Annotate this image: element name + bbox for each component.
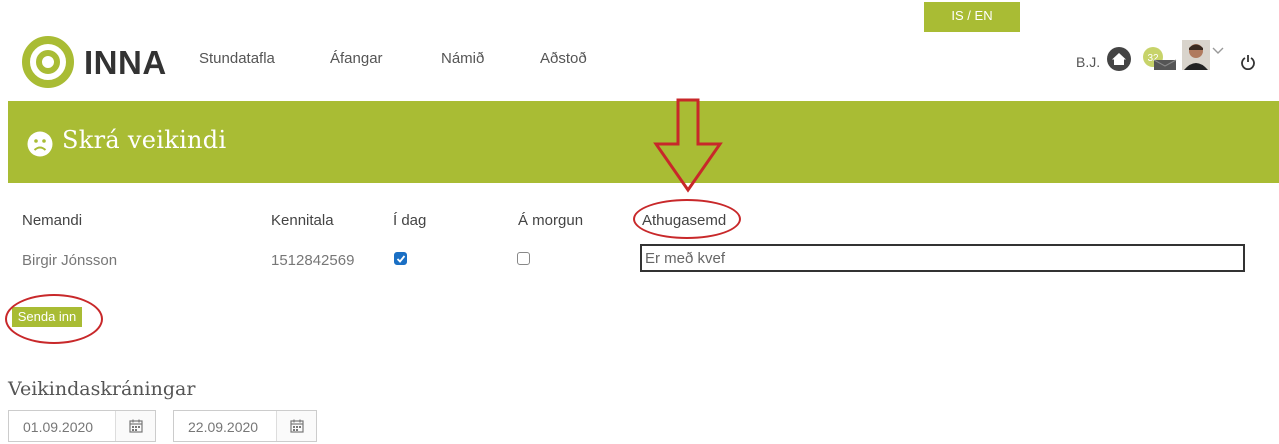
page-banner: Skrá veikindi — [8, 101, 1279, 183]
date-to-field[interactable]: 22.09.2020 — [173, 410, 317, 442]
nav-stundatafla[interactable]: Stundatafla — [199, 50, 275, 67]
header-a-morgun: Á morgun — [518, 212, 584, 229]
messages-icon[interactable]: 32 — [1142, 46, 1178, 72]
annotation-arrow-icon — [653, 98, 723, 193]
user-menu: B.J. 32 — [1070, 40, 1270, 80]
sad-face-icon — [27, 131, 53, 157]
user-initials: B.J. — [1076, 54, 1101, 70]
today-checkbox[interactable] — [394, 252, 407, 265]
date-from-value: 01.09.2020 — [23, 419, 94, 435]
nav-afangar[interactable]: Áfangar — [330, 50, 383, 67]
avatar[interactable] — [1182, 40, 1210, 70]
annotation-ellipse-submit — [5, 294, 103, 344]
header-i-dag: Í dag — [393, 212, 427, 229]
student-id: 1512842569 — [271, 252, 355, 269]
home-icon[interactable] — [1106, 46, 1132, 72]
chevron-down-icon[interactable] — [1212, 46, 1224, 56]
annotation-ellipse-note-header — [633, 199, 741, 239]
calendar-icon — [129, 419, 143, 433]
date-to-value: 22.09.2020 — [188, 419, 259, 435]
note-input[interactable] — [640, 244, 1245, 272]
date-to-calendar-button[interactable] — [276, 411, 316, 441]
header-nemandi: Nemandi — [22, 212, 83, 229]
student-name: Birgir Jónsson — [22, 252, 118, 269]
date-from-calendar-button[interactable] — [115, 411, 155, 441]
page-title: Skrá veikindi — [62, 126, 227, 154]
date-from-field[interactable]: 01.09.2020 — [8, 410, 156, 442]
header-kennitala: Kennitala — [271, 212, 334, 229]
power-icon[interactable] — [1240, 54, 1256, 70]
check-icon — [396, 255, 406, 263]
calendar-icon — [290, 419, 304, 433]
logo-ring-icon — [22, 36, 74, 88]
inna-logo[interactable]: INNA — [20, 34, 166, 90]
tomorrow-checkbox[interactable] — [517, 252, 530, 265]
nav-adstod[interactable]: Aðstoð — [540, 50, 587, 67]
nav-namid[interactable]: Námið — [441, 50, 484, 67]
logo-text: INNA — [84, 44, 167, 81]
language-toggle-button[interactable]: IS / EN — [924, 2, 1020, 32]
records-title: Veikindaskráningar — [8, 378, 196, 400]
